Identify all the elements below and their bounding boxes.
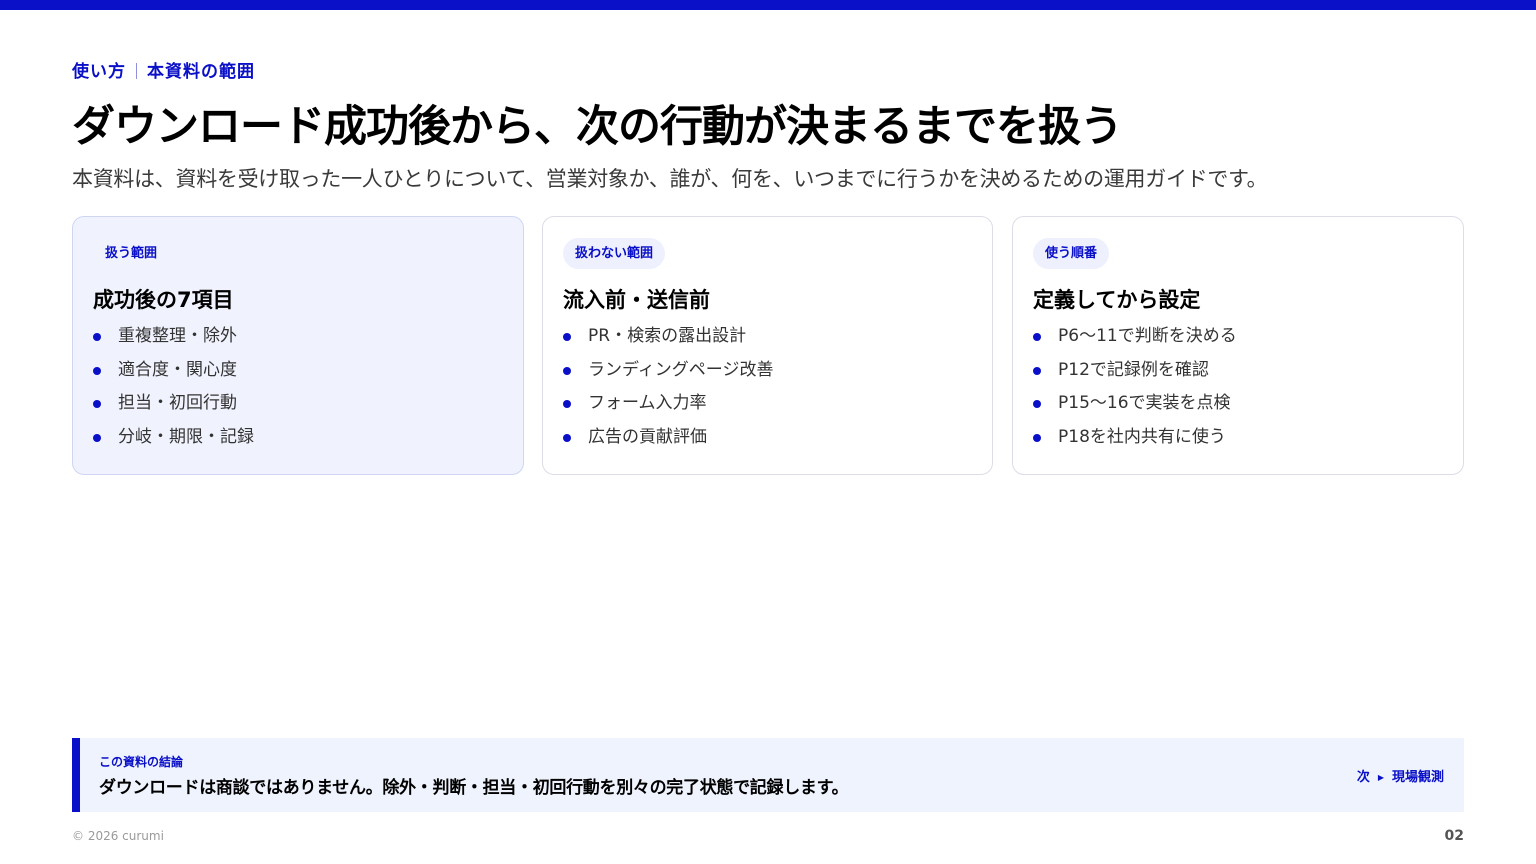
card-list: P6〜11で判断を決める P12で記録例を確認 P15〜16で実装を点検 P18…: [1033, 321, 1237, 456]
card-badge: 使う順番: [1033, 238, 1110, 269]
bullet-icon: [563, 333, 571, 341]
list-item-label: 担当・初回行動: [118, 393, 237, 414]
card-title: 流入前・送信前: [563, 288, 710, 312]
bullet-icon: [1033, 366, 1041, 375]
bullet-icon: [93, 333, 101, 341]
list-item-label: 重複整理・除外: [118, 326, 237, 346]
list-item-label: 分岐・期限・記録: [118, 427, 254, 448]
list-item-label: 適合度・関心度: [118, 359, 237, 380]
list-item-label: P18を社内共有に使う: [1058, 427, 1226, 448]
next-label: 次: [1356, 770, 1370, 785]
eyebrow-divider: [136, 63, 137, 79]
page-number: 02: [1444, 828, 1464, 844]
list-item-label: P12で記録例を確認: [1058, 359, 1209, 380]
bullet-icon: [1033, 434, 1041, 443]
eyebrow-section: 使い方: [72, 62, 126, 82]
top-accent-bar: [0, 0, 1536, 10]
list-item: P6〜11で判断を決める: [1033, 321, 1237, 355]
bullet-icon: [563, 434, 571, 443]
card-badge: 扱う範囲: [105, 246, 158, 261]
page-title: ダウンロード成功後から、次の行動が決まるまでを扱う: [72, 102, 1123, 152]
list-item: P18を社内共有に使う: [1033, 422, 1237, 456]
card-title: 定義してから設定: [1033, 288, 1201, 312]
next-target: 現場観測: [1391, 770, 1444, 785]
list-item-label: PR・検索の露出設計: [588, 326, 747, 346]
page-subtitle: 本資料は、資料を受け取った一人ひとりについて、営業対象か、誰が、何を、いつまでに…: [72, 167, 1268, 191]
conclusion-box: この資料の結論 ダウンロードは商談ではありません。除外・判断・担当・初回行動を別…: [72, 738, 1464, 812]
next-page-link[interactable]: 次 ▶ 現場観測: [1357, 766, 1444, 785]
list-item: ランディングページ改善: [563, 355, 773, 389]
bullet-icon: [563, 400, 571, 409]
card-usage-order: 使う順番 定義してから設定 P6〜11で判断を決める P12で記録例を確認 P1…: [1012, 216, 1464, 475]
list-item: P12で記録例を確認: [1033, 355, 1237, 389]
list-item-label: P15〜16で実装を点検: [1058, 393, 1231, 414]
bullet-icon: [93, 434, 101, 443]
list-item: 広告の貢献評価: [563, 422, 773, 456]
list-item: 適合度・関心度: [93, 355, 254, 389]
section-eyebrow: 使い方 本資料の範囲: [72, 57, 255, 82]
copyright: © 2026 curumi: [72, 829, 164, 843]
list-item-label: ランディングページ改善: [588, 359, 774, 380]
list-item-label: P6〜11で判断を決める: [1058, 326, 1237, 346]
list-item-label: フォーム入力率: [588, 393, 707, 414]
bullet-icon: [93, 366, 101, 375]
card-out-of-scope: 扱わない範囲 流入前・送信前 PR・検索の露出設計 ランディングページ改善 フォ…: [542, 216, 993, 475]
bullet-icon: [1033, 400, 1041, 409]
list-item: 分岐・期限・記録: [93, 422, 254, 456]
list-item-label: 広告の貢献評価: [588, 427, 707, 448]
triangle-right-icon: ▶: [1377, 773, 1384, 782]
list-item: P15〜16で実装を点検: [1033, 388, 1237, 422]
list-item: PR・検索の露出設計: [563, 321, 773, 355]
card-in-scope: 扱う範囲 成功後の7項目 重複整理・除外 適合度・関心度 担当・初回行動 分岐・…: [72, 216, 524, 475]
card-title: 成功後の7項目: [93, 288, 234, 312]
list-item: フォーム入力率: [563, 388, 773, 422]
card-list: 重複整理・除外 適合度・関心度 担当・初回行動 分岐・期限・記録: [93, 321, 254, 456]
conclusion-accent-bar: [72, 738, 80, 812]
list-item: 重複整理・除外: [93, 321, 254, 355]
eyebrow-topic: 本資料の範囲: [147, 62, 255, 82]
conclusion-text: ダウンロードは商談ではありません。除外・判断・担当・初回行動を別々の完了状態で記…: [99, 778, 849, 798]
bullet-icon: [1033, 333, 1041, 341]
conclusion-label: この資料の結論: [99, 755, 184, 769]
card-badge: 扱わない範囲: [563, 238, 666, 269]
bullet-icon: [93, 400, 101, 409]
card-list: PR・検索の露出設計 ランディングページ改善 フォーム入力率 広告の貢献評価: [563, 321, 773, 456]
list-item: 担当・初回行動: [93, 388, 254, 422]
bullet-icon: [563, 366, 571, 375]
